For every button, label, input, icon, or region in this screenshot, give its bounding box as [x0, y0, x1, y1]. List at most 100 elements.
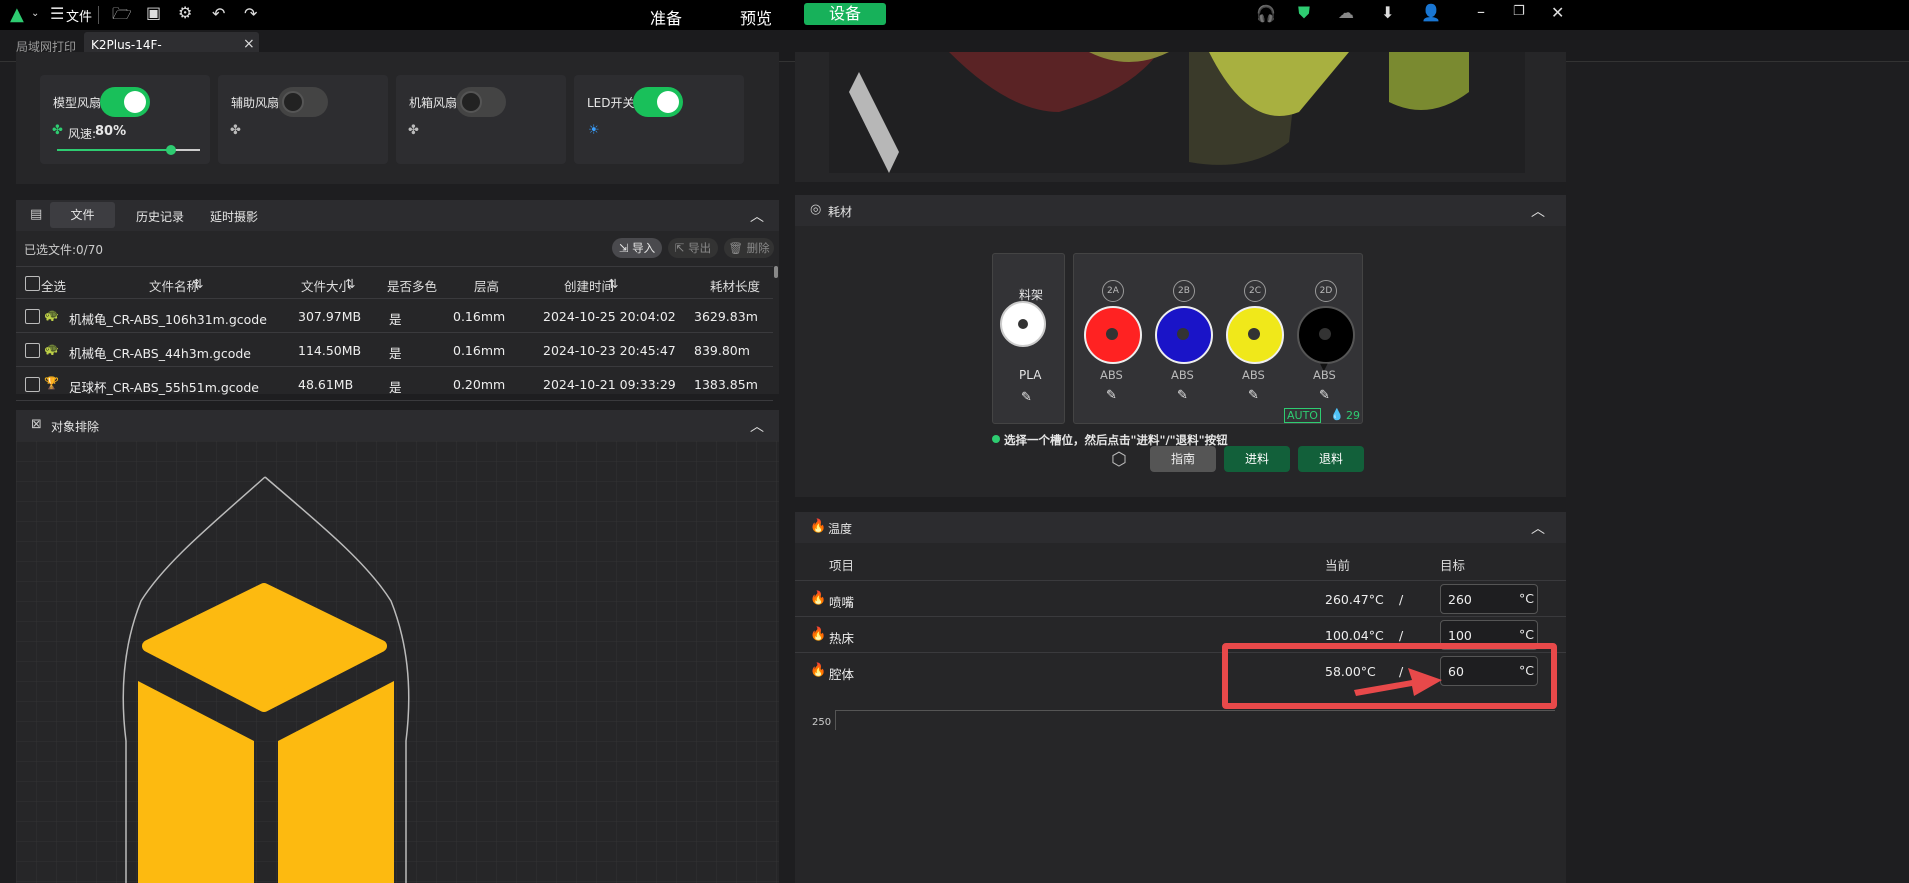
unit-label: °C: [1519, 591, 1534, 606]
file-layer: 0.16mm: [453, 343, 506, 358]
collapse-chevron-icon[interactable]: ︿: [750, 416, 764, 436]
fan-icon: ✤: [52, 123, 63, 138]
tab-close-icon[interactable]: ×: [243, 36, 255, 52]
sort-icon[interactable]: ⇅: [345, 276, 355, 291]
filament-slot[interactable]: 2D ▼ ABS ✎: [1297, 254, 1357, 404]
tab-files[interactable]: 文件: [50, 202, 115, 228]
build-plate-canvas[interactable]: [16, 441, 779, 883]
aux-fan-toggle[interactable]: [278, 87, 328, 117]
load-button[interactable]: 进料: [1224, 446, 1290, 472]
chevron-down-icon[interactable]: ⌄: [31, 9, 39, 19]
model-fan-toggle[interactable]: [100, 87, 150, 117]
slot-type: ABS: [1171, 368, 1194, 382]
tab-history[interactable]: 历史记录: [136, 208, 184, 225]
chassis-fan-toggle[interactable]: [456, 87, 506, 117]
file-multicolor: 是: [389, 346, 402, 361]
header-created[interactable]: 创建时间: [564, 276, 614, 295]
chassis-fan-card: 机箱风扇 ✤: [396, 75, 566, 164]
menu-icon[interactable]: ☰: [50, 6, 64, 22]
collapse-chevron-icon[interactable]: ︿: [1531, 201, 1545, 221]
exclusion-panel: ⊠ 对象排除 ︿: [16, 410, 779, 883]
cloud-upload-icon[interactable]: ☁: [1338, 5, 1354, 21]
led-toggle[interactable]: [633, 87, 683, 117]
row-checkbox[interactable]: [25, 377, 40, 392]
auto-badge[interactable]: AUTO: [1284, 408, 1321, 423]
shield-icon[interactable]: ⛊: [1298, 5, 1310, 21]
header-filename[interactable]: 文件名称: [149, 276, 199, 295]
unload-button[interactable]: 退料: [1298, 446, 1364, 472]
file-multicolor: 是: [389, 380, 402, 395]
redo-icon[interactable]: ↷: [244, 6, 257, 22]
collapse-chevron-icon[interactable]: ︿: [1531, 518, 1545, 538]
target-value: 260: [1448, 592, 1472, 607]
restore-icon[interactable]: ❐: [1513, 5, 1525, 18]
app-logo-icon[interactable]: ▲: [10, 6, 24, 24]
nav-prepare[interactable]: 准备: [650, 5, 682, 29]
tab-timelapse[interactable]: 延时摄影: [210, 208, 258, 225]
edit-icon[interactable]: ✎: [1248, 388, 1259, 403]
slot-spool[interactable]: [1084, 306, 1142, 364]
exclusion-title: 对象排除: [51, 420, 100, 434]
header-filesize[interactable]: 文件大小: [301, 276, 351, 295]
slot-type: ABS: [1100, 368, 1123, 382]
cfs-box: 2A ABS ✎ 2B ABS ✎ 2C ABS ✎ 2D ▼ ABS ✎ AU…: [1073, 253, 1363, 424]
minimize-icon[interactable]: –: [1477, 4, 1485, 20]
slot-spool[interactable]: [1297, 306, 1355, 364]
slot-id-badge: 2C: [1244, 280, 1266, 302]
edit-icon[interactable]: ✎: [1021, 390, 1032, 405]
speed-slider[interactable]: [57, 145, 200, 155]
collapse-chevron-icon[interactable]: ︿: [750, 206, 764, 226]
header-filament-length: 耗材长度: [710, 279, 761, 294]
delete-button[interactable]: 🗑 删除: [724, 238, 774, 258]
guide-button[interactable]: 指南: [1150, 446, 1216, 472]
table-row[interactable]: 🐢 机械龟_CR-ABS_44h3m.gcode 114.50MB 是 0.16…: [16, 334, 773, 367]
export-label: 导出: [688, 241, 712, 255]
close-window-icon[interactable]: ✕: [1551, 5, 1564, 21]
sort-icon[interactable]: ⇅: [608, 276, 618, 291]
nav-device[interactable]: 设备: [804, 3, 886, 25]
import-button[interactable]: ⇲ 导入: [612, 238, 662, 258]
open-folder-icon[interactable]: 🗁: [112, 6, 132, 22]
speed-slider-handle[interactable]: [166, 145, 177, 155]
file-name: 足球杯_CR-ABS_55h51m.gcode: [69, 380, 259, 395]
sort-icon[interactable]: ⇅: [193, 276, 203, 291]
file-created: 2024-10-25 20:04:02: [543, 309, 676, 324]
heater-name: 腔体: [829, 667, 855, 682]
gear-icon[interactable]: ⚙: [178, 5, 192, 21]
download-icon[interactable]: ⬇: [1381, 5, 1394, 21]
heater-name: 喷嘴: [829, 595, 855, 610]
slot-spool[interactable]: [1155, 306, 1213, 364]
nav-preview[interactable]: 预览: [740, 5, 772, 29]
edit-icon[interactable]: ✎: [1177, 388, 1188, 403]
row-checkbox[interactable]: [25, 343, 40, 358]
edit-icon[interactable]: ✎: [1319, 388, 1330, 403]
filament-slot[interactable]: 2C ABS ✎: [1226, 254, 1286, 404]
row-checkbox[interactable]: [25, 309, 40, 324]
table-row[interactable]: 🐢 机械龟_CR-ABS_106h31m.gcode 307.97MB 是 0.…: [16, 300, 773, 333]
table-row[interactable]: 🏆 足球杯_CR-ABS_55h51m.gcode 48.61MB 是 0.20…: [16, 368, 773, 401]
speed-value: 80%: [95, 124, 127, 139]
undo-icon[interactable]: ↶: [212, 6, 225, 22]
file-multicolor: 是: [389, 312, 402, 327]
file-thumbnail-icon: 🐢: [44, 308, 59, 322]
filament-slot[interactable]: 2B ABS ✎: [1155, 254, 1215, 404]
camera-panel: [795, 52, 1566, 182]
headset-icon[interactable]: 🎧: [1256, 6, 1276, 22]
user-icon[interactable]: 👤: [1421, 5, 1441, 21]
scrollbar[interactable]: [774, 266, 778, 278]
edit-icon[interactable]: ✎: [1106, 388, 1117, 403]
speed-slider-fill: [57, 149, 172, 151]
filament-slot[interactable]: 2A ABS ✎: [1084, 254, 1144, 404]
nozzle-cut-icon[interactable]: ⬡: [1111, 449, 1127, 470]
save-icon[interactable]: ▣: [146, 5, 161, 21]
chassis-fan-label: 机箱风扇: [409, 96, 458, 110]
files-header: ▤ 文件 历史记录 延时摄影 ︿: [16, 200, 779, 231]
header-item: 项目: [829, 558, 855, 573]
slot-spool[interactable]: [1226, 306, 1284, 364]
export-button[interactable]: ⇱ 导出: [668, 238, 718, 258]
target-temperature-input[interactable]: 260 °C: [1440, 584, 1538, 614]
rack-spool[interactable]: [1000, 301, 1046, 347]
select-all-checkbox[interactable]: [25, 276, 40, 291]
rack-box: 料架 PLA ✎: [992, 253, 1065, 424]
file-menu[interactable]: 文件: [66, 6, 92, 25]
